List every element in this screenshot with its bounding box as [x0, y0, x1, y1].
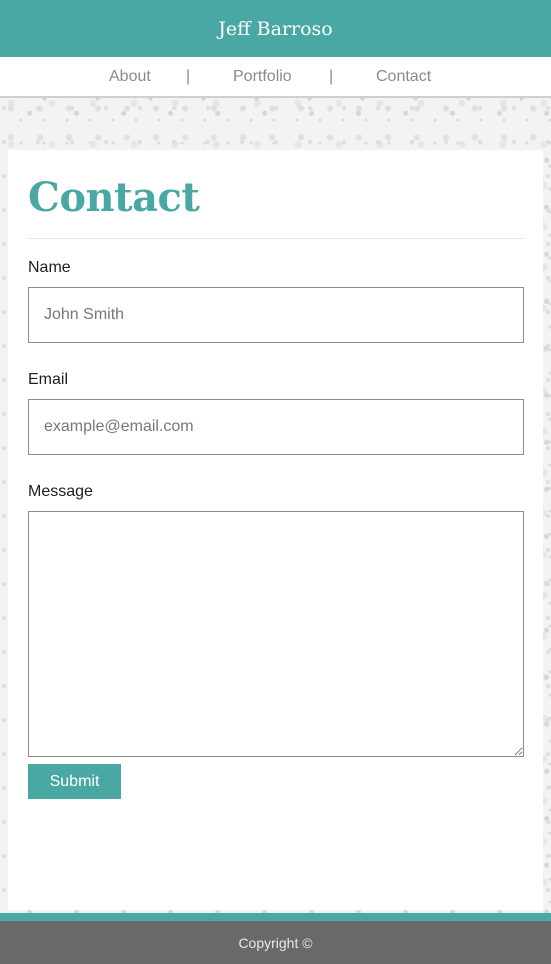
nav-link-contact[interactable]: Contact — [376, 68, 431, 86]
name-label: Name — [28, 259, 71, 276]
message-textarea[interactable] — [28, 511, 524, 757]
title-divider — [28, 238, 524, 239]
site-footer: Copyright © — [0, 921, 551, 964]
email-field[interactable] — [28, 399, 524, 455]
contact-card: Contact Name Email Message Submit — [8, 150, 543, 910]
email-label: Email — [28, 371, 69, 388]
message-label: Message — [28, 483, 93, 500]
copyright-text: Copyright © — [238, 934, 313, 951]
nav-link-about[interactable]: About — [109, 68, 151, 86]
site-header: Jeff Barroso — [0, 0, 551, 57]
footer-accent-strip — [0, 913, 551, 921]
nav-link-portfolio[interactable]: Portfolio — [233, 68, 292, 86]
page-title: Contact — [28, 174, 200, 221]
nav-separator: | — [186, 68, 191, 85]
main-nav: About | Portfolio | Contact — [0, 57, 551, 98]
name-field[interactable] — [28, 287, 524, 343]
submit-button[interactable]: Submit — [28, 764, 121, 799]
site-title: Jeff Barroso — [218, 17, 333, 40]
nav-separator: | — [329, 68, 334, 85]
